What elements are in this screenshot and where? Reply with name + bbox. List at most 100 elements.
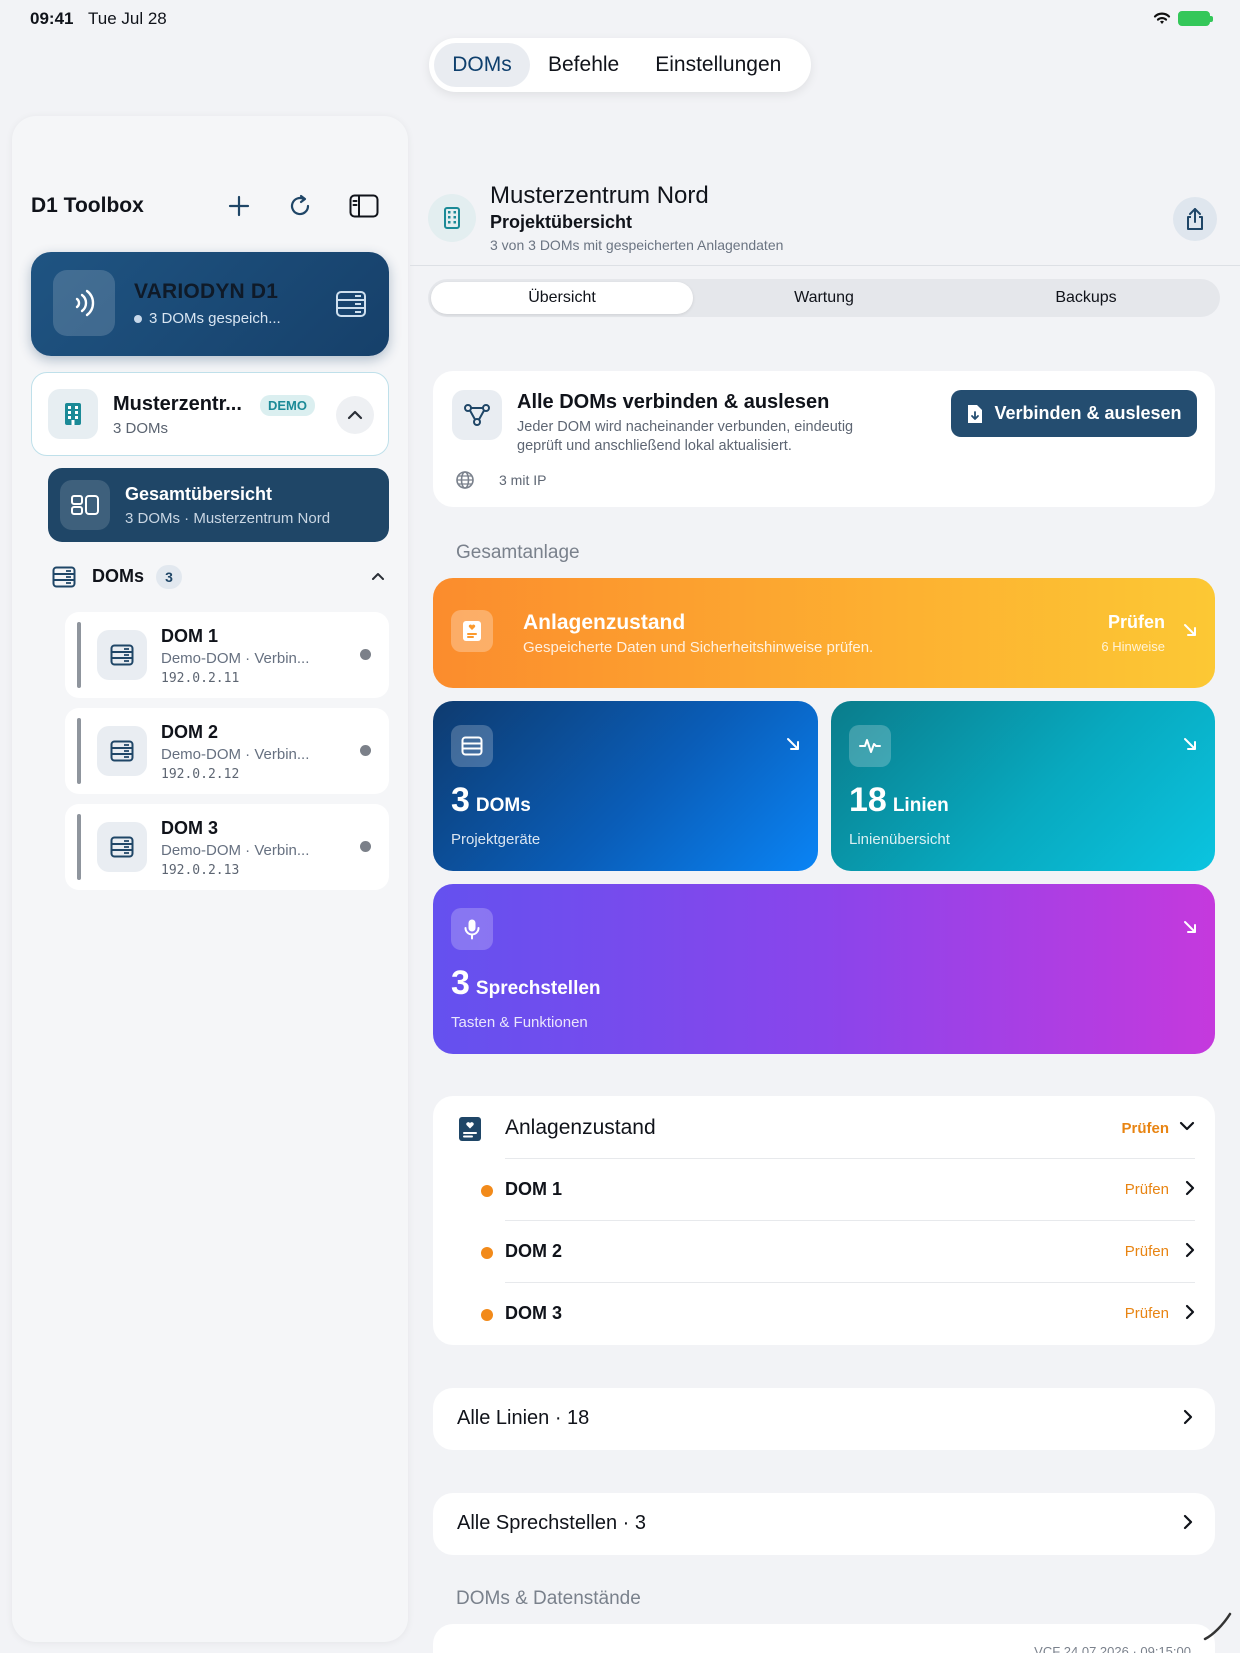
tile-label: Projektgeräte	[451, 831, 541, 848]
warning-dot	[481, 1185, 493, 1197]
doms-count-badge: 3	[156, 565, 182, 589]
list-item-action: Prüfen	[1124, 1243, 1169, 1260]
dom-list-item[interactable]: DOM 2 Demo-DOM · Verbin... 192.0.2.12	[65, 708, 389, 794]
demo-badge: DEMO	[260, 395, 315, 416]
network-icon	[452, 390, 502, 440]
status-time: 09:41	[30, 9, 74, 28]
dom-subtitle: Demo-DOM · Verbin...	[161, 650, 310, 667]
link-label: Alle Linien · 18	[457, 1407, 590, 1429]
pencil-cursor-icon	[1203, 1612, 1232, 1641]
arrow-down-right-icon	[1184, 624, 1196, 636]
tile-subtitle: Gespeicherte Daten und Sicherheitshinwei…	[523, 639, 874, 656]
dom-list-item[interactable]: DOM 3 Demo-DOM · Verbin... 192.0.2.13	[65, 804, 389, 890]
link-label: Alle Sprechstellen · 3	[457, 1512, 646, 1534]
tab-befehle[interactable]: Befehle	[530, 43, 637, 87]
add-button[interactable]	[221, 188, 257, 224]
page-subtitle: Projektübersicht	[490, 212, 633, 232]
section-gesamtanlage: Gesamtanlage	[456, 542, 580, 563]
variodyn-card[interactable]: VARIODYN D1 3 DOMs gespeich...	[31, 252, 389, 356]
tile-number: 3 DOMs	[451, 781, 531, 820]
connect-card: Alle DOMs verbinden & auslesen Jeder DOM…	[433, 371, 1215, 507]
warning-dot	[481, 1247, 493, 1259]
all-speakers-link[interactable]: Alle Sprechstellen · 3	[433, 1493, 1215, 1555]
list-item[interactable]: DOM 1 Prüfen	[481, 1158, 1195, 1220]
connect-read-button[interactable]: Verbinden & auslesen	[951, 390, 1197, 437]
data-card[interactable]: VCF 24.07.2026 · 09:15:00	[433, 1624, 1215, 1653]
document-download-icon	[968, 404, 983, 423]
anlagenzustand-list: Anlagenzustand Prüfen DOM 1 Prüfen DOM 2…	[433, 1096, 1215, 1345]
tab-backups[interactable]: Backups	[955, 282, 1217, 314]
microphone-icon	[451, 908, 493, 950]
plus-icon	[228, 195, 250, 217]
chevron-right-icon	[1185, 1180, 1195, 1196]
server-icon	[52, 566, 76, 588]
status-date: Tue Jul 28	[88, 9, 167, 28]
list-item-name: DOM 1	[505, 1179, 563, 1199]
dom-ip: 192.0.2.11	[161, 671, 240, 686]
collapse-button[interactable]	[336, 396, 374, 434]
hero-subtitle: 3 DOMs gespeich...	[134, 310, 281, 327]
data-timestamp: VCF 24.07.2026 · 09:15:00	[1034, 1644, 1191, 1653]
arrow-down-right-icon	[1184, 738, 1196, 750]
tile-unit: Linien	[892, 795, 949, 816]
dashboard-icon	[60, 480, 110, 530]
overview-title: Gesamtübersicht	[125, 484, 273, 504]
refresh-icon	[290, 194, 310, 216]
list-item[interactable]: DOM 2 Prüfen	[481, 1220, 1195, 1282]
list-item-action: Prüfen	[1124, 1305, 1169, 1322]
tile-label: Linienübersicht	[849, 831, 950, 848]
doms-section-label: DOMs	[92, 566, 145, 586]
overview-item[interactable]: Gesamtübersicht 3 DOMs · Musterzentrum N…	[48, 468, 389, 542]
dom-name: DOM 3	[161, 818, 219, 838]
wifi-icon	[1153, 12, 1171, 24]
speakers-tile[interactable]: 3 Sprechstellen Tasten & Funktionen	[433, 884, 1215, 1054]
heart-document-icon	[451, 610, 493, 652]
battery-icon	[1178, 10, 1213, 26]
list-action[interactable]: Prüfen	[1121, 1120, 1169, 1137]
signal-icon	[53, 270, 115, 336]
chevron-right-icon	[1185, 1242, 1195, 1258]
dom-ip: 192.0.2.12	[161, 767, 240, 782]
lines-tile[interactable]: 18 Linien Linienübersicht	[831, 701, 1215, 871]
doms-tile[interactable]: 3 DOMs Projektgeräte	[433, 701, 818, 871]
tab-wartung[interactable]: Wartung	[693, 282, 955, 314]
main-tab-bar: Übersicht Wartung Backups	[428, 279, 1220, 317]
list-item-name: DOM 2	[505, 1241, 563, 1261]
sidebar-toggle-button[interactable]	[346, 188, 382, 224]
sidebar-icon	[349, 194, 379, 218]
list-item-name: DOM 3	[505, 1303, 563, 1323]
list-title: Anlagenzustand	[505, 1116, 656, 1139]
hero-subtitle-text: 3 DOMs gespeich...	[149, 310, 281, 327]
dom-ip: 192.0.2.13	[161, 863, 240, 878]
anlagenzustand-tile[interactable]: Anlagenzustand Gespeicherte Daten und Si…	[433, 578, 1215, 688]
header-divider	[410, 265, 1240, 266]
project-title: Musterzentr...	[113, 393, 242, 415]
status-icons	[1152, 10, 1213, 26]
overview-subtitle: 3 DOMs · Musterzentrum Nord	[125, 510, 331, 527]
hero-title: VARIODYN D1	[134, 280, 279, 303]
tile-title: Anlagenzustand	[523, 611, 686, 634]
chevron-down-icon[interactable]	[1179, 1120, 1195, 1132]
dom-status-dot	[360, 649, 371, 660]
dom-list-item[interactable]: DOM 1 Demo-DOM · Verbin... 192.0.2.11	[65, 612, 389, 698]
tile-number: 18 Linien	[849, 781, 949, 820]
tab-einstellungen[interactable]: Einstellungen	[637, 43, 799, 87]
tab-doms[interactable]: DOMs	[434, 43, 530, 87]
page-caption: 3 von 3 DOMs mit gespeicherten Anlagenda…	[490, 237, 784, 253]
refresh-button[interactable]	[282, 188, 318, 224]
tile-number-value: 18	[849, 781, 887, 819]
server-icon	[97, 726, 147, 776]
ip-count: 3 mit IP	[499, 472, 547, 488]
dom-name: DOM 2	[161, 722, 219, 742]
all-lines-link[interactable]: Alle Linien · 18	[433, 1388, 1215, 1450]
project-card[interactable]: Musterzentr... DEMO 3 DOMs	[31, 372, 389, 456]
server-icon	[335, 290, 367, 323]
tab-uebersicht[interactable]: Übersicht	[431, 282, 693, 314]
share-button[interactable]	[1173, 197, 1217, 241]
top-tab-bar: DOMs Befehle Einstellungen	[429, 38, 811, 92]
doms-section-header[interactable]: DOMs 3	[52, 562, 389, 592]
dom-indicator	[77, 718, 81, 784]
list-item[interactable]: DOM 3 Prüfen	[481, 1282, 1195, 1344]
arrow-down-right-icon	[1184, 921, 1196, 933]
tile-action: Prüfen	[1107, 612, 1165, 632]
